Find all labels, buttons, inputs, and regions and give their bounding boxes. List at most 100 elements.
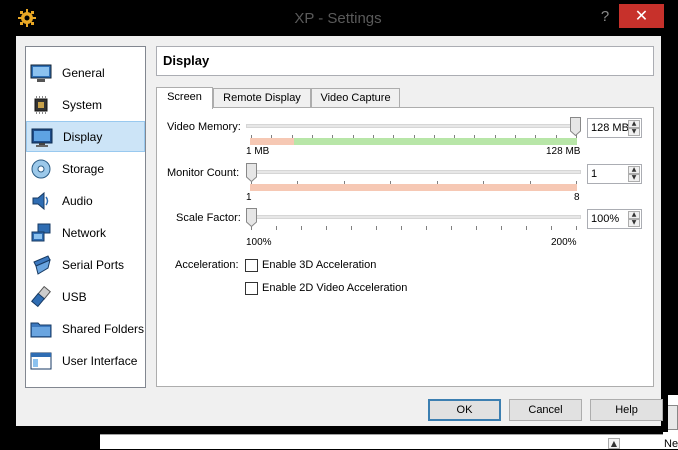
video-memory-unsafe-range [250,138,294,145]
enable-3d-label[interactable]: Enable 3D Acceleration [262,259,376,271]
slider-tick [576,226,577,230]
scale-factor-slider-thumb[interactable] [246,208,257,227]
general-icon [30,64,52,82]
tab-remote-display[interactable]: Remote Display [213,88,311,108]
video-memory-safe-range [294,138,577,145]
sidebar-item-display[interactable]: Display [26,121,145,152]
slider-tick [551,226,552,230]
title-bar[interactable]: XP - Settings ? ✕ [8,0,668,36]
video-memory-slider-thumb[interactable] [570,117,581,136]
sidebar-item-user-interface[interactable]: User Interface [26,345,145,376]
video-memory-value: 128 MB [591,122,629,134]
slider-tick [351,226,352,230]
spin-buttons: ▲ ▼ [628,166,640,182]
slider-tick [326,226,327,230]
video-memory-min-label: 1 MB [246,146,270,157]
display-monitor-icon [31,128,53,147]
window-title: XP - Settings [294,10,382,27]
ok-button[interactable]: OK [428,399,501,421]
sidebar-item-label: Audio [62,193,93,208]
sidebar-item-storage[interactable]: Storage [26,153,145,184]
cancel-button[interactable]: Cancel [509,399,582,421]
scale-factor-max-label: 200% [551,237,577,248]
storage-disc-icon [31,159,51,178]
monitor-count-range [250,184,577,191]
help-button[interactable]: Help [590,399,663,421]
slider-tick [401,226,402,230]
sidebar-item-label: Serial Ports [62,257,125,272]
sidebar-item-label: Network [62,225,107,240]
slider-tick [376,226,377,230]
sidebar-item-label: USB [62,289,87,304]
network-icon [31,223,51,241]
slider-tick [501,226,502,230]
monitor-count-value: 1 [591,168,598,180]
slider-tick [526,226,527,230]
folder-icon [30,322,52,337]
close-button[interactable]: ✕ [619,4,664,28]
monitor-count-slider[interactable] [246,170,581,174]
sidebar-item-label: System [62,97,103,112]
video-memory-slider[interactable] [246,124,581,128]
slider-tick [426,226,427,230]
scale-factor-value: 100% [591,213,620,225]
settings-sidebar: General System Display Storage Audio Net… [25,46,146,388]
spin-down-icon[interactable]: ▼ [628,174,640,182]
sidebar-item-label: Shared Folders [62,321,145,336]
spin-up-icon[interactable]: ▲ [628,211,640,219]
sidebar-item-network[interactable]: Network [26,217,145,248]
sidebar-item-label: General [62,65,105,80]
page-header: Display [156,46,654,76]
sidebar-item-label: Display [63,129,103,144]
background-scroll-arrow[interactable]: ▲ [608,438,620,449]
spin-down-icon[interactable]: ▼ [628,219,640,227]
spin-up-icon[interactable]: ▲ [628,166,640,174]
background-window-strip [100,434,678,449]
scale-factor-spinbox[interactable]: 100% ▲ ▼ [587,209,642,229]
sidebar-item-usb[interactable]: USB [26,281,145,312]
close-icon: ✕ [634,6,649,25]
screen-tab-panel: Video Memory: 1 MB 128 MB 128 MB ▲ ▼ Mon… [156,107,654,387]
enable-3d-checkbox[interactable] [245,259,258,272]
acceleration-label: Acceleration: [175,259,239,271]
tab-video-capture[interactable]: Video Capture [311,88,400,108]
help-title-button[interactable]: ? [595,6,615,28]
slider-tick [451,226,452,230]
system-chip-icon [34,95,48,114]
scale-factor-min-label: 100% [246,237,272,248]
tab-screen[interactable]: Screen [156,87,213,109]
video-memory-max-label: 128 MB [546,146,581,157]
usb-icon [31,285,51,307]
sidebar-item-label: Storage [62,161,105,176]
page-title: Display [163,53,210,68]
monitor-count-spinbox[interactable]: 1 ▲ ▼ [587,164,642,184]
enable-2d-checkbox[interactable] [245,282,258,295]
sidebar-item-label: User Interface [62,353,138,368]
monitor-count-min-label: 1 [246,192,252,203]
sidebar-item-shared-folders[interactable]: Shared Folders [26,313,145,344]
user-interface-icon [30,352,52,369]
spin-buttons: ▲ ▼ [628,211,640,227]
audio-speaker-icon [32,191,49,210]
scale-factor-ticks [246,226,581,231]
video-memory-spinbox[interactable]: 128 MB ▲ ▼ [587,118,642,138]
scale-factor-slider[interactable] [246,215,581,219]
slider-tick [476,226,477,230]
sidebar-item-serial-ports[interactable]: Serial Ports [26,249,145,280]
monitor-count-label: Monitor Count: [167,167,240,179]
scale-factor-label: Scale Factor: [176,212,241,224]
monitor-count-slider-thumb[interactable] [246,163,257,182]
background-text: Ne [664,438,678,450]
slider-tick [301,226,302,230]
sidebar-item-system[interactable]: System [26,89,145,120]
sidebar-item-audio[interactable]: Audio [26,185,145,216]
spin-buttons: ▲ ▼ [628,120,640,136]
serial-port-icon [33,254,51,275]
monitor-count-max-label: 8 [574,192,580,203]
enable-2d-label[interactable]: Enable 2D Video Acceleration [262,282,407,294]
spin-down-icon[interactable]: ▼ [628,128,640,136]
slider-tick [276,226,277,230]
spin-up-icon[interactable]: ▲ [628,120,640,128]
sidebar-item-general[interactable]: General [26,57,145,88]
settings-window: XP - Settings ? ✕ General System Display… [8,0,668,432]
